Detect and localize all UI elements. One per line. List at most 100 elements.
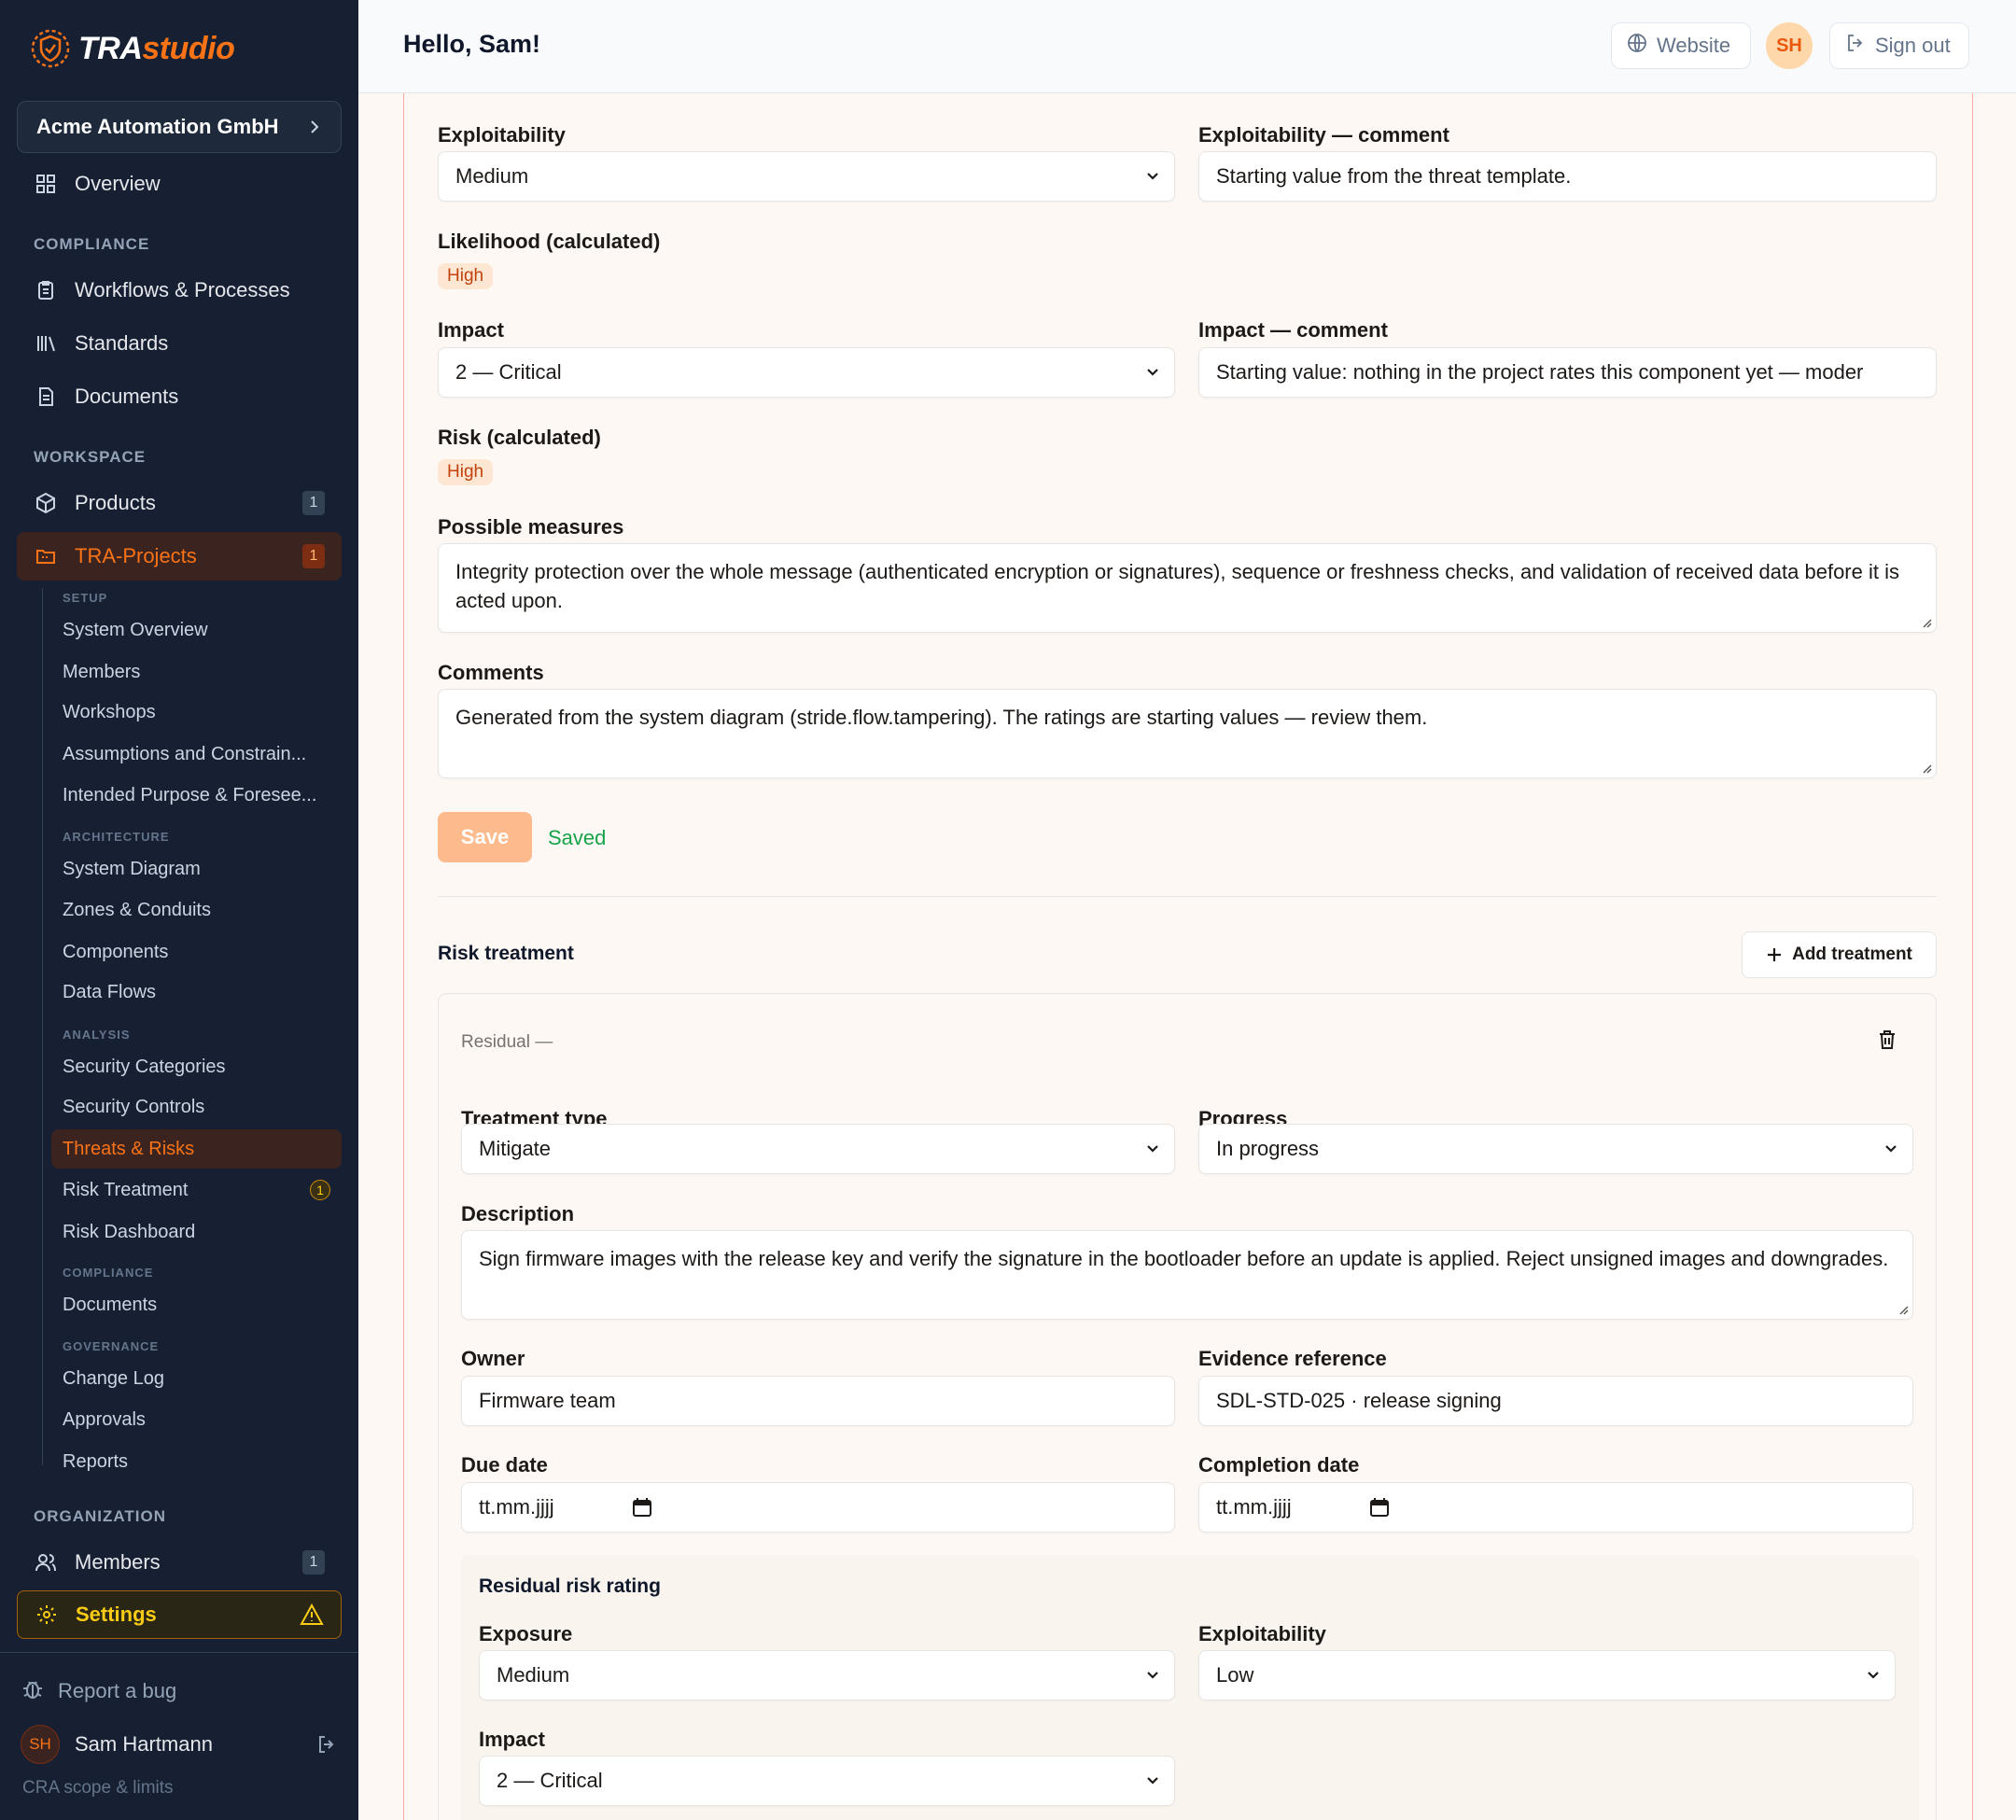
- residual-exposure-select[interactable]: Medium: [479, 1650, 1175, 1701]
- trash-icon[interactable]: [1876, 1029, 1898, 1056]
- residual-exploitability-select[interactable]: Low: [1198, 1650, 1896, 1701]
- sidebar-item-label: Overview: [75, 172, 161, 195]
- due-date-input[interactable]: tt.mm.jjjj: [461, 1482, 1175, 1533]
- report-bug-link[interactable]: Report a bug: [21, 1676, 176, 1706]
- nav-data-flows[interactable]: Data Flows: [51, 973, 342, 1012]
- calendar-icon[interactable]: [1369, 1497, 1390, 1518]
- chevron-down-icon: [1868, 1672, 1879, 1679]
- exploitability-label: Exploitability: [438, 123, 566, 147]
- sidebar-item-standards[interactable]: Standards: [17, 319, 342, 368]
- residual-label: Residual —: [461, 1032, 553, 1052]
- grid-icon: [34, 172, 58, 196]
- residual-exploitability-value: Low: [1216, 1663, 1254, 1687]
- chevron-down-icon: [1147, 369, 1158, 376]
- nav-system-overview[interactable]: System Overview: [51, 610, 342, 650]
- nav-zones-conduits[interactable]: Zones & Conduits: [51, 890, 342, 930]
- progress-select[interactable]: In progress: [1198, 1124, 1913, 1174]
- nav-risk-dashboard[interactable]: Risk Dashboard: [51, 1212, 342, 1252]
- owner-label: Owner: [461, 1347, 525, 1370]
- sidebar-footer-divider: [0, 1652, 358, 1653]
- nav-members[interactable]: Members: [51, 652, 342, 692]
- comments-text: Generated from the system diagram (strid…: [455, 706, 1428, 729]
- residual-exposure-label: Exposure: [479, 1622, 573, 1645]
- nav-system-diagram[interactable]: System Diagram: [51, 849, 342, 889]
- completion-date-input[interactable]: tt.mm.jjjj: [1198, 1482, 1913, 1533]
- chevron-down-icon: [1885, 1145, 1897, 1153]
- nav-security-controls[interactable]: Security Controls: [51, 1087, 342, 1127]
- nav-documents[interactable]: Documents: [51, 1285, 342, 1324]
- exploitability-select[interactable]: Medium: [438, 151, 1175, 202]
- residual-impact-select[interactable]: 2 — Critical: [479, 1756, 1175, 1806]
- website-label: Website: [1657, 34, 1731, 57]
- nav-intended-purpose[interactable]: Intended Purpose & Foresee...: [51, 776, 342, 815]
- impact-select[interactable]: 2 — Critical: [438, 347, 1175, 398]
- nav-approvals[interactable]: Approvals: [51, 1400, 342, 1439]
- section-divider: [438, 896, 1937, 897]
- globe-icon: [1627, 33, 1647, 59]
- chevron-down-icon: [1147, 1145, 1158, 1153]
- nav-reports[interactable]: Reports: [51, 1442, 342, 1481]
- logout-icon[interactable]: [315, 1733, 338, 1761]
- sidebar-item-tra-projects[interactable]: TRA-Projects 1: [17, 532, 342, 581]
- sidebar-item-label: Documents: [75, 385, 179, 408]
- resize-grip-icon: [1923, 764, 1932, 774]
- nav-risk-treatment[interactable]: Risk Treatment 1: [51, 1170, 342, 1210]
- evidence-input[interactable]: SDL-STD-025 · release signing: [1198, 1376, 1913, 1426]
- sidebar-item-documents[interactable]: Documents: [17, 372, 342, 421]
- sidebar-item-products[interactable]: Products 1: [17, 479, 342, 527]
- document-icon: [34, 385, 58, 409]
- sign-out-button[interactable]: Sign out: [1829, 22, 1969, 69]
- page-greeting: Hello, Sam!: [403, 30, 541, 58]
- subsection-compliance: COMPLIANCE: [63, 1266, 154, 1280]
- clipboard-icon: [34, 278, 58, 302]
- avatar[interactable]: SH: [1766, 22, 1813, 69]
- risk-treatment-title: Risk treatment: [438, 943, 574, 964]
- impact-comment-input[interactable]: Starting value: nothing in the project r…: [1198, 347, 1937, 398]
- likelihood-badge: High: [438, 263, 494, 289]
- description-text: Sign firmware images with the release ke…: [479, 1247, 1889, 1270]
- owner-input[interactable]: Firmware team: [461, 1376, 1175, 1426]
- chevron-down-icon: [1147, 1672, 1158, 1679]
- brand-logo[interactable]: TRAstudio: [30, 28, 235, 69]
- user-name: Sam Hartmann: [75, 1732, 213, 1756]
- sidebar-item-workflows[interactable]: Workflows & Processes: [17, 266, 342, 315]
- nav-threats-risks[interactable]: Threats & Risks: [51, 1129, 342, 1169]
- user-profile[interactable]: SH Sam Hartmann: [21, 1724, 338, 1765]
- possible-measures-text: Integrity protection over the whole mess…: [455, 560, 1899, 612]
- nav-change-log[interactable]: Change Log: [51, 1359, 342, 1398]
- count-badge: 1: [302, 491, 325, 515]
- shield-logo-icon: [31, 29, 70, 68]
- save-button[interactable]: Save: [438, 812, 532, 862]
- due-date-label: Due date: [461, 1453, 548, 1477]
- sidebar-item-settings[interactable]: Settings: [17, 1590, 342, 1639]
- residual-impact-label: Impact: [479, 1728, 545, 1751]
- description-textarea[interactable]: Sign firmware images with the release ke…: [461, 1230, 1913, 1320]
- chevron-down-icon: [1147, 1777, 1158, 1785]
- sidebar-item-overview[interactable]: Overview: [17, 160, 342, 208]
- exploitability-comment-input[interactable]: Starting value from the threat template.: [1198, 151, 1937, 202]
- chevron-down-icon: [1147, 173, 1158, 180]
- sidebar-item-members[interactable]: Members 1: [17, 1538, 342, 1587]
- nav-security-categories[interactable]: Security Categories: [51, 1047, 342, 1086]
- cra-scope-link[interactable]: CRA scope & limits: [22, 1778, 174, 1799]
- website-button[interactable]: Website: [1611, 22, 1751, 69]
- risk-treatment-badge: 1: [310, 1180, 330, 1200]
- add-treatment-button[interactable]: Add treatment: [1742, 931, 1937, 978]
- sidebar-item-label: Members: [75, 1550, 161, 1574]
- due-date-placeholder: tt.mm.jjjj: [479, 1495, 554, 1519]
- section-compliance: COMPLIANCE: [34, 235, 150, 253]
- nav-components[interactable]: Components: [51, 932, 342, 972]
- impact-comment-label: Impact — comment: [1198, 318, 1388, 342]
- avatar: SH: [21, 1725, 60, 1764]
- nav-assumptions[interactable]: Assumptions and Constrain...: [51, 735, 342, 774]
- plus-icon: [1768, 948, 1782, 961]
- gear-icon: [35, 1603, 59, 1627]
- nav-workshops[interactable]: Workshops: [51, 693, 342, 732]
- org-selector[interactable]: Acme Automation GmbH: [17, 101, 342, 153]
- possible-measures-textarea[interactable]: Integrity protection over the whole mess…: [438, 543, 1937, 633]
- chevron-right-icon: [311, 120, 319, 133]
- treatment-type-select[interactable]: Mitigate: [461, 1124, 1175, 1174]
- calendar-icon[interactable]: [632, 1497, 652, 1518]
- comments-textarea[interactable]: Generated from the system diagram (strid…: [438, 689, 1937, 778]
- sidebar: TRAstudio Acme Automation GmbH Overview …: [0, 0, 358, 1820]
